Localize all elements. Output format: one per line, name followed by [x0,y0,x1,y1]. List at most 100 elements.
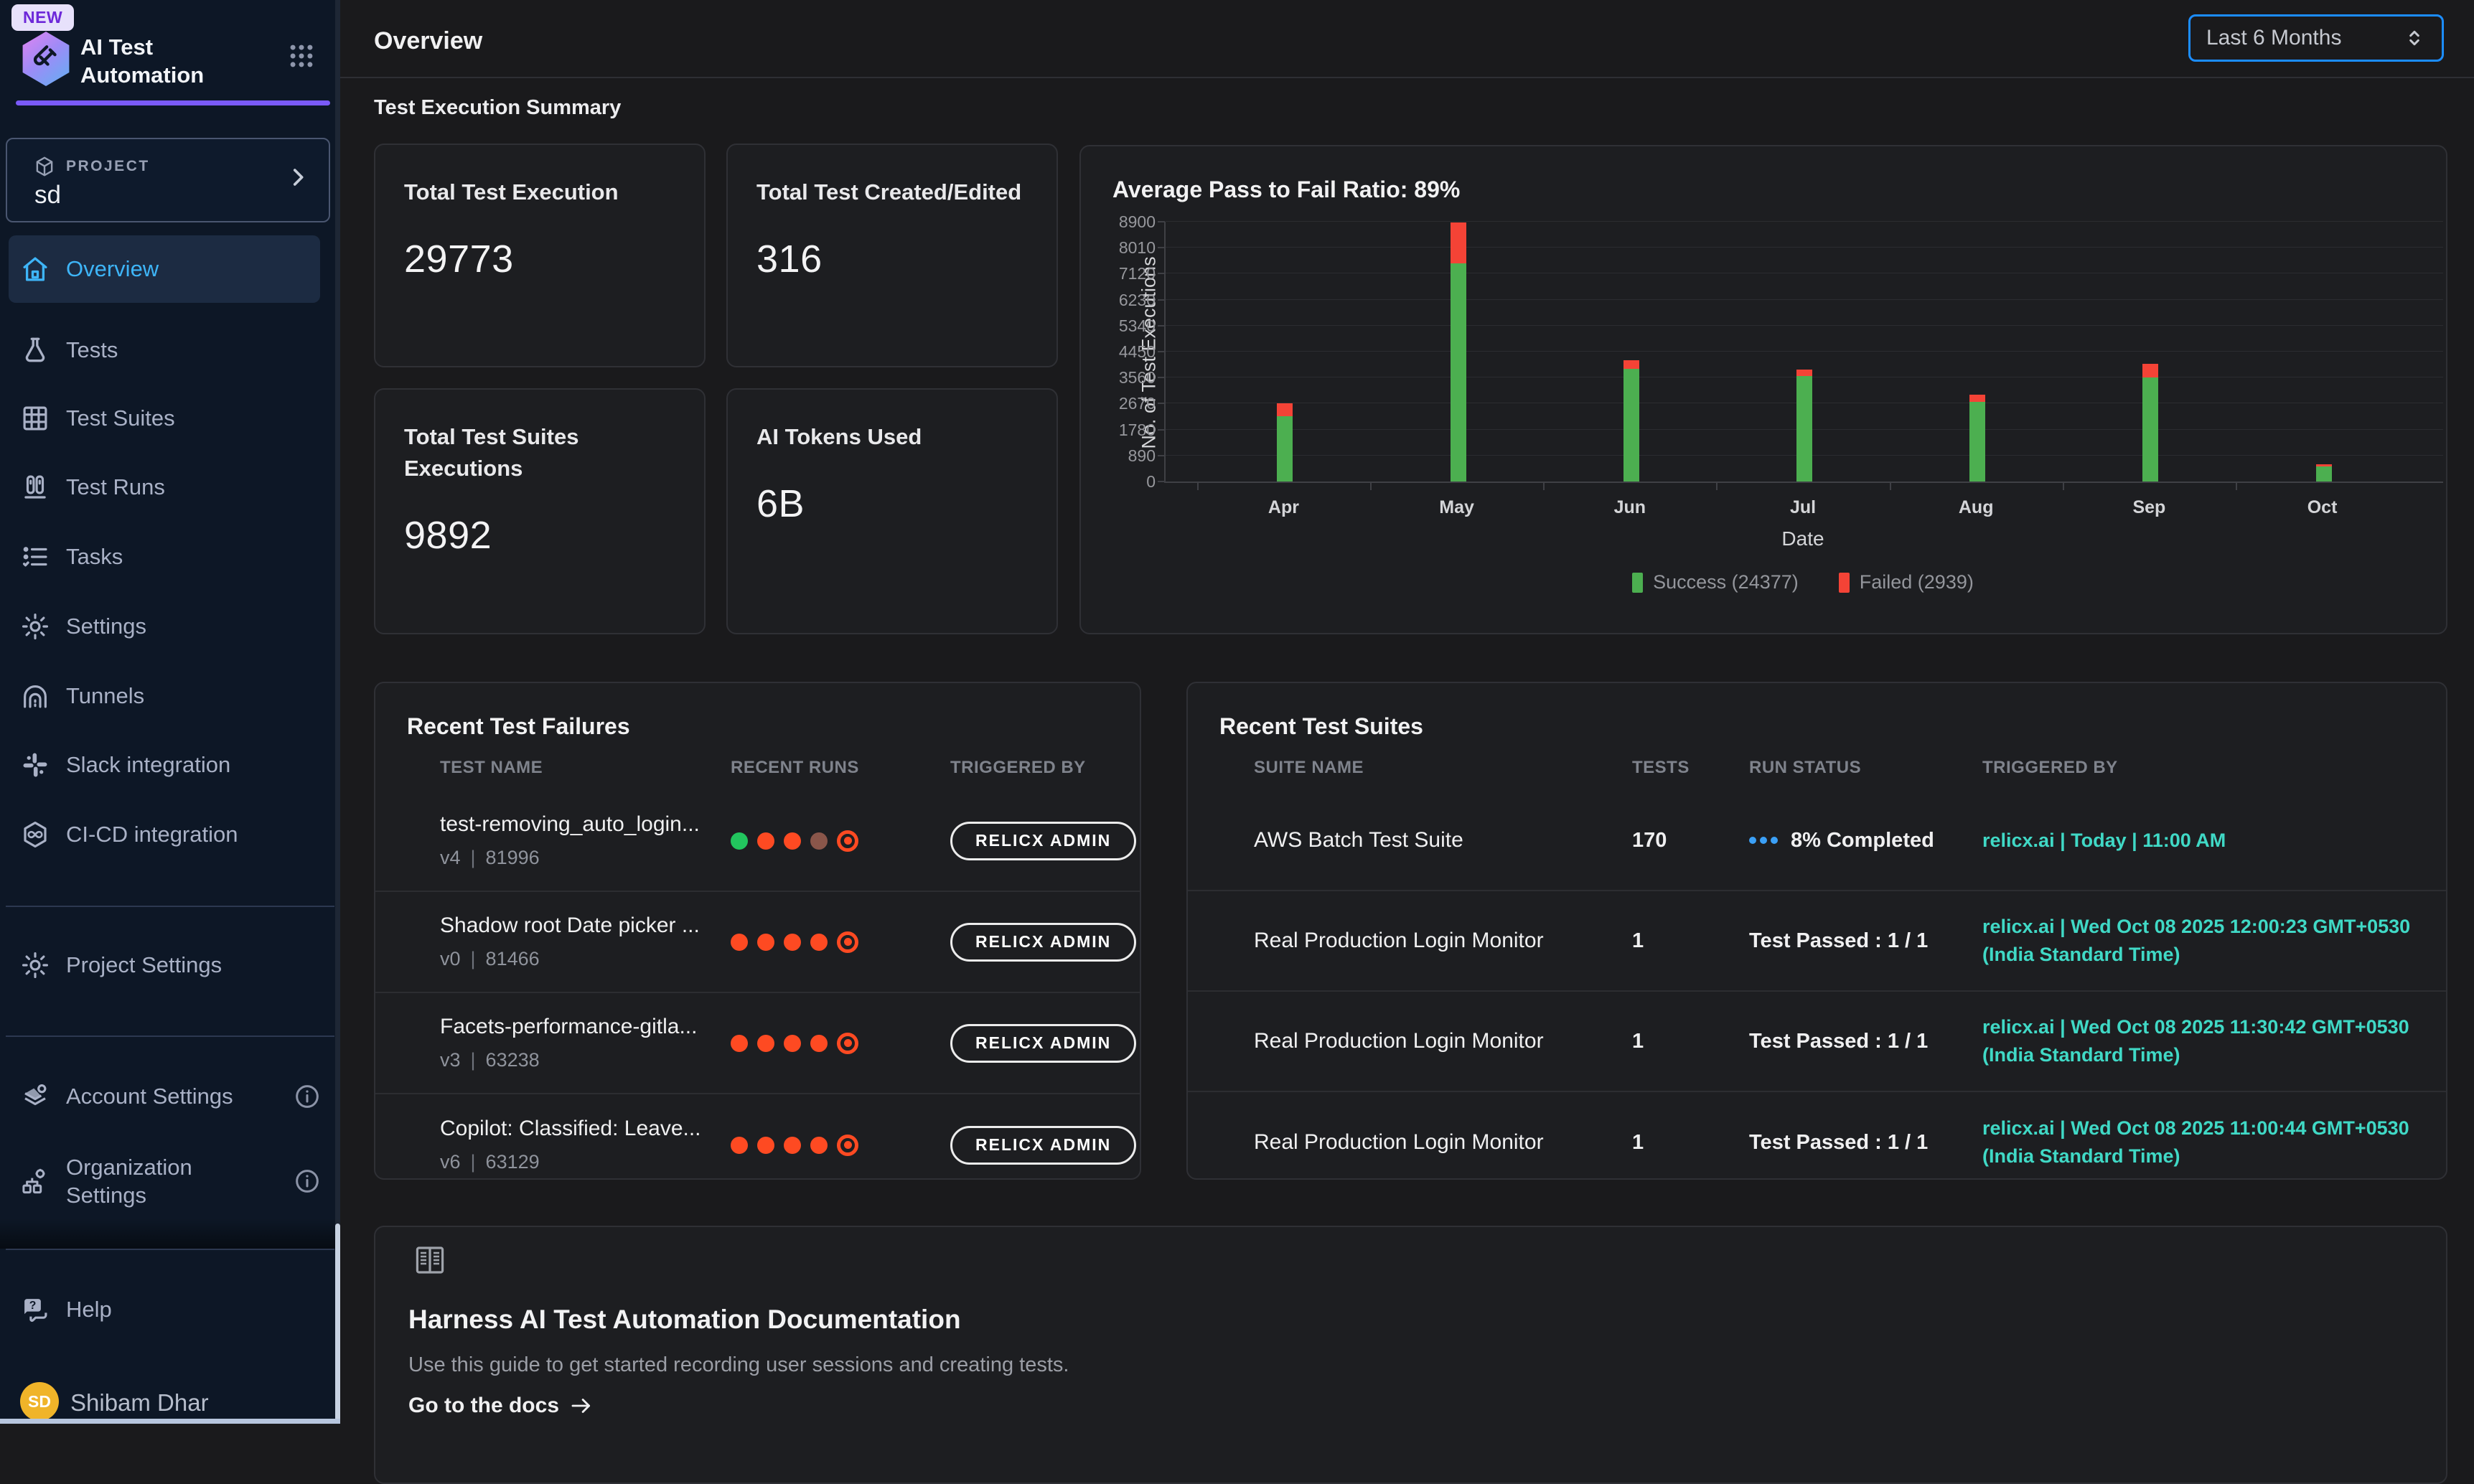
triggered-by-button[interactable]: RELICX ADMIN [950,923,1136,962]
info-icon[interactable] [293,1082,322,1111]
sidebar-item-project-settings[interactable]: Project Settings [9,942,320,988]
suite-run-status: Test Passed : 1 / 1 [1749,1131,1982,1155]
y-tick-mark [1158,455,1165,456]
sidebar: NEW AI Test Automation PROJECT sd [0,0,340,1424]
sidebar-item-help[interactable]: ? Help [9,1287,320,1333]
run-status-dot-failed[interactable] [784,832,801,850]
suite-name[interactable]: Real Production Login Monitor [1254,1029,1632,1053]
recent-runs-cell [731,1033,950,1054]
pass-fail-chart-panel: Average Pass to Fail Ratio: 89% No. of T… [1079,145,2447,634]
sidebar-horizontal-scrollbar[interactable] [0,1419,340,1424]
run-status-dot-current[interactable] [837,1033,858,1054]
test-run-id: 63129 [486,1151,540,1173]
column-header: TEST NAME [440,758,731,778]
sidebar-item-test-suites[interactable]: Test Suites [9,395,320,441]
suites-table-row: Real Production Login Monitor1Test Passe… [1188,891,2446,992]
chart-bar-oct [2316,464,2332,482]
run-status-dot-current[interactable] [837,931,858,953]
user-avatar[interactable]: SD [20,1382,59,1421]
documentation-panel: Harness AI Test Automation Documentation… [374,1226,2447,1484]
suite-name[interactable]: AWS Batch Test Suite [1254,828,1632,853]
run-status-dot-failed[interactable] [731,934,748,951]
run-status-dot-failed[interactable] [731,1035,748,1052]
sidebar-item-tunnels[interactable]: Tunnels [9,673,320,719]
triggered-by-button[interactable]: RELICX ADMIN [950,1024,1136,1063]
y-tick-label: 7120 [1084,264,1156,283]
run-status-dot-failed[interactable] [757,832,774,850]
sidebar-item-overview[interactable]: Overview [9,235,320,303]
run-status-dot-failed[interactable] [757,1137,774,1154]
apps-grid-icon[interactable] [286,40,317,72]
divider [6,906,334,907]
suite-name[interactable]: Real Production Login Monitor [1254,1130,1632,1155]
test-name[interactable]: Shadow root Date picker ... [440,914,731,938]
x-category-label: Jul [1760,497,1846,518]
chart-gridline [1166,247,2443,248]
y-tick-mark [1158,325,1165,327]
summary-card-ai-tokens: AI Tokens Used 6B [726,388,1058,634]
failures-table-row: test-removing_auto_login...v4|81996RELIC… [375,791,1140,892]
recent-test-suites-panel: Recent Test Suites SUITE NAME TESTS RUN … [1186,682,2447,1180]
sidebar-item-account-settings[interactable]: Account Settings [9,1074,320,1119]
run-status-dot-failed[interactable] [810,1035,828,1052]
test-name[interactable]: test-removing_auto_login... [440,812,731,837]
sidebar-accent-divider [16,100,330,105]
sidebar-item-tests[interactable]: Tests [9,327,320,373]
run-status-dot-failed[interactable] [784,934,801,951]
suite-triggered-by[interactable]: relicx.ai | Wed Oct 08 2025 11:00:44 GMT… [1982,1114,2446,1170]
chart-gridline [1166,351,2443,352]
run-status-text: Test Passed : 1 / 1 [1749,929,1928,952]
suite-tests-count: 170 [1632,829,1749,853]
run-status-dot-current[interactable] [837,1135,858,1156]
suite-triggered-by[interactable]: relicx.ai | Wed Oct 08 2025 12:00:23 GMT… [1982,913,2446,969]
card-label: Total Test Created/Edited [756,177,1028,208]
run-status-dot-core [844,1141,852,1149]
triggered-by-button[interactable]: RELICX ADMIN [950,1126,1136,1165]
run-status-dot-stale[interactable] [810,832,828,850]
separator: | [471,847,476,869]
test-version-run: v6|63129 [440,1151,731,1173]
y-tick-mark [1158,221,1165,222]
chart-bar-apr [1277,403,1293,482]
run-status-dot-failed[interactable] [731,1137,748,1154]
y-tick-label: 8900 [1084,212,1156,232]
project-name: sd [34,181,61,210]
sidebar-item-test-runs[interactable]: Test Runs [9,464,320,510]
sidebar-item-cicd-integration[interactable]: CI-CD integration [9,812,320,858]
triggered-by-button[interactable]: RELICX ADMIN [950,822,1136,860]
column-header: TRIGGERED BY [950,758,1140,778]
sidebar-item-slack-integration[interactable]: Slack integration [9,742,320,788]
sidebar-item-label: Settings [66,614,146,639]
run-status-dot-failed[interactable] [757,1035,774,1052]
sidebar-item-tasks[interactable]: Tasks [9,534,320,580]
time-range-select[interactable]: Last 6 Months [2188,14,2444,62]
suite-triggered-by[interactable]: relicx.ai | Wed Oct 08 2025 11:30:42 GMT… [1982,1013,2446,1069]
run-status-dot-failed[interactable] [810,934,828,951]
run-status-dot-success[interactable] [731,832,748,850]
test-name[interactable]: Copilot: Classified: Leave... [440,1117,731,1141]
run-status-progress: 8% Completed [1749,829,1982,853]
go-to-docs-link[interactable]: Go to the docs [408,1394,594,1418]
y-tick-label: 2670 [1084,394,1156,413]
chart-gridline [1166,299,2443,300]
test-name[interactable]: Facets-performance-gitla... [440,1015,731,1039]
divider [340,77,2474,78]
sidebar-item-settings[interactable]: Settings [9,604,320,649]
sidebar-scrollbar-thumb[interactable] [335,1224,340,1424]
project-selector[interactable]: PROJECT sd [6,138,330,222]
user-name[interactable]: Shibam Dhar [70,1389,209,1417]
run-status-dot-failed[interactable] [757,934,774,951]
test-version-run: v3|63238 [440,1049,731,1071]
run-status-dot-core [844,938,852,946]
run-status-dot-failed[interactable] [810,1137,828,1154]
info-icon[interactable] [293,1167,322,1196]
y-tick-mark [1158,481,1165,482]
sidebar-item-organization-settings[interactable]: Organization Settings [9,1145,320,1217]
x-category-label: Jun [1587,497,1673,518]
run-status-dot-failed[interactable] [784,1137,801,1154]
suite-name[interactable]: Real Production Login Monitor [1254,929,1632,953]
run-status-dot-current[interactable] [837,830,858,852]
layers-gear-icon [20,1081,50,1112]
suite-triggered-by[interactable]: relicx.ai | Today | 11:00 AM [1982,827,2446,855]
run-status-dot-failed[interactable] [784,1035,801,1052]
